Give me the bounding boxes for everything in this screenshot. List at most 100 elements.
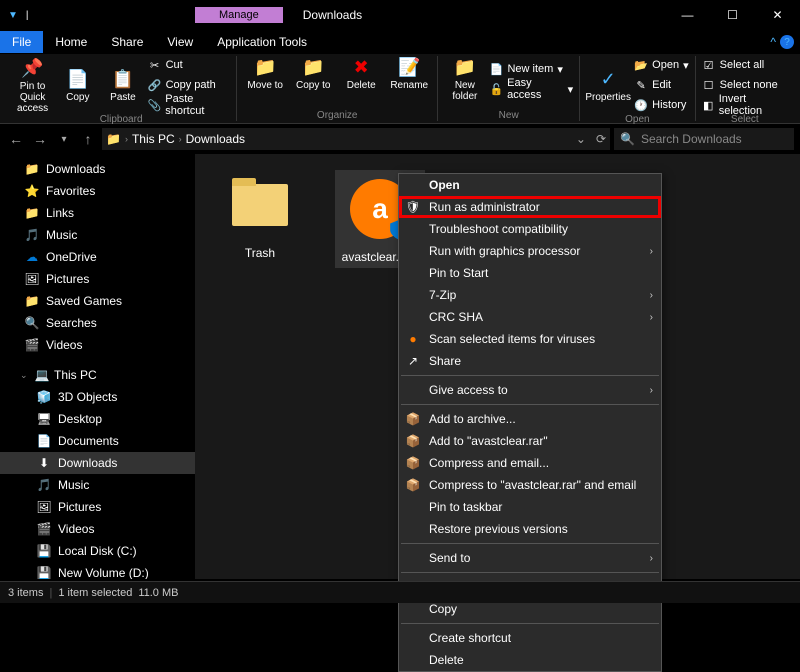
app-tools-menu[interactable]: Application Tools <box>205 31 319 53</box>
ctx-shortcut[interactable]: Create shortcut <box>399 627 661 649</box>
down-arrow-icon[interactable]: ▼ <box>8 10 18 21</box>
paste-button[interactable]: 📋Paste <box>102 56 143 114</box>
tree-favorites[interactable]: ⭐Favorites <box>0 180 195 202</box>
forward-button[interactable]: → <box>30 131 50 147</box>
tree-links[interactable]: 📁Links <box>0 202 195 224</box>
pasteshortcut-button[interactable]: 📎Paste shortcut <box>148 96 231 114</box>
folder-icon: 📁 <box>24 205 40 221</box>
chevron-right-icon: › <box>650 246 653 257</box>
ctx-add-archive[interactable]: 📦Add to archive... <box>399 408 661 430</box>
easyaccess-icon: 🔓 <box>489 82 503 96</box>
selectall-button[interactable]: ☑Select all <box>702 56 788 74</box>
back-button[interactable]: ← <box>6 131 26 147</box>
tree-localdisk[interactable]: 💾Local Disk (C:) <box>0 540 195 562</box>
clipboard-group-label: Clipboard <box>12 114 230 125</box>
open-button[interactable]: 📂Open ▾ <box>634 56 688 74</box>
address-bar[interactable]: 📁 › This PC › Downloads ⌄ ⟳ <box>102 128 610 150</box>
ctx-troubleshoot[interactable]: Troubleshoot compatibility <box>399 218 661 240</box>
tree-music-pc[interactable]: 🎵Music <box>0 474 195 496</box>
pin-button[interactable]: 📌Pin to Quick access <box>12 56 53 114</box>
search-input[interactable]: 🔍 Search Downloads <box>614 128 794 150</box>
ctx-graphics[interactable]: Run with graphics processor› <box>399 240 661 262</box>
tree-3dobjects[interactable]: 🧊3D Objects <box>0 386 195 408</box>
minimize-button[interactable]: — <box>665 0 710 30</box>
close-button[interactable]: ✕ <box>755 0 800 30</box>
file-menu[interactable]: File <box>0 31 43 53</box>
tree-videos-pc[interactable]: 🎬Videos <box>0 518 195 540</box>
refresh-icon[interactable]: ⟳ <box>596 132 606 146</box>
downloads-icon: ⬇ <box>36 455 52 471</box>
moveto-button[interactable]: 📁Move to <box>243 56 287 91</box>
cut-icon: ✂ <box>148 58 162 72</box>
quick-access-toolbar: ▼ | <box>0 10 40 21</box>
newfolder-button[interactable]: 📁New folder <box>444 56 485 102</box>
path-icon: 🔗 <box>148 78 162 92</box>
copy-button[interactable]: 📄Copy <box>57 56 98 114</box>
rename-button[interactable]: 📝Rename <box>387 56 431 91</box>
help-icon[interactable]: ? <box>780 35 794 49</box>
ctx-restore[interactable]: Restore previous versions <box>399 518 661 540</box>
expand-icon[interactable]: ⌄ <box>20 370 30 381</box>
status-bar: 3 items | 1 item selected 11.0 MB <box>0 581 800 603</box>
ctx-give-access[interactable]: Give access to› <box>399 379 661 401</box>
tree-pictures[interactable]: 🖼Pictures <box>0 268 195 290</box>
search-placeholder: Search Downloads <box>641 132 742 146</box>
pin-icon: 📌 <box>21 57 45 81</box>
tree-downloads-pc[interactable]: ⬇Downloads <box>0 452 195 474</box>
tree-desktop[interactable]: 🖥Desktop <box>0 408 195 430</box>
home-menu[interactable]: Home <box>43 31 99 53</box>
manage-tab[interactable]: Manage <box>195 7 283 23</box>
ctx-7zip[interactable]: 7-Zip› <box>399 284 661 306</box>
share-menu[interactable]: Share <box>99 31 155 53</box>
tree-searches[interactable]: 🔍Searches <box>0 312 195 334</box>
collapse-ribbon-icon[interactable]: ^ <box>770 35 776 49</box>
ctx-scan[interactable]: ●Scan selected items for viruses <box>399 328 661 350</box>
invert-button[interactable]: ◧Invert selection <box>702 96 788 114</box>
ctx-delete[interactable]: Delete <box>399 649 661 671</box>
ctx-compress-email[interactable]: 📦Compress and email... <box>399 452 661 474</box>
maximize-button[interactable]: ☐ <box>710 0 755 30</box>
file-trash[interactable]: Trash <box>215 170 305 260</box>
properties-button[interactable]: ✓Properties <box>586 56 630 114</box>
breadcrumb-folder[interactable]: Downloads <box>186 132 245 146</box>
ctx-open[interactable]: Open <box>399 174 661 196</box>
ctx-send-to[interactable]: Send to› <box>399 547 661 569</box>
tree-thispc[interactable]: ⌄💻This PC <box>0 364 195 386</box>
music-icon: 🎵 <box>24 227 40 243</box>
view-menu[interactable]: View <box>155 31 205 53</box>
tree-downloads[interactable]: 📁Downloads <box>0 158 195 180</box>
dropdown-icon[interactable]: ⌄ <box>576 132 586 146</box>
ctx-crc[interactable]: CRC SHA› <box>399 306 661 328</box>
easyaccess-button[interactable]: 🔓Easy access ▾ <box>489 80 573 98</box>
copypath-button[interactable]: 🔗Copy path <box>148 76 231 94</box>
open-icon: 📂 <box>634 58 648 72</box>
ctx-pin-start[interactable]: Pin to Start <box>399 262 661 284</box>
history-button[interactable]: 🕐History <box>634 96 688 114</box>
tree-newvolume[interactable]: 💾New Volume (D:) <box>0 562 195 579</box>
ctx-pin-taskbar[interactable]: Pin to taskbar <box>399 496 661 518</box>
selectnone-button[interactable]: ☐Select none <box>702 76 788 94</box>
tree-documents[interactable]: 📄Documents <box>0 430 195 452</box>
cut-button[interactable]: ✂Cut <box>148 56 231 74</box>
tree-videos[interactable]: 🎬Videos <box>0 334 195 356</box>
breadcrumb-pc[interactable]: This PC <box>132 132 175 146</box>
copyto-button[interactable]: 📁Copy to <box>291 56 335 91</box>
selectnone-icon: ☐ <box>702 78 716 92</box>
recent-button[interactable]: ▾ <box>54 134 74 145</box>
up-button[interactable]: ↑ <box>78 131 98 147</box>
edit-button[interactable]: ✎Edit <box>634 76 688 94</box>
newitem-button[interactable]: 📄New item ▾ <box>489 60 573 78</box>
properties-icon: ✓ <box>596 68 620 92</box>
ctx-share[interactable]: ↗Share <box>399 350 661 372</box>
ctx-add-rar[interactable]: 📦Add to "avastclear.rar" <box>399 430 661 452</box>
tree-pictures-pc[interactable]: 🖼Pictures <box>0 496 195 518</box>
folder-icon <box>232 184 288 226</box>
tree-music[interactable]: 🎵Music <box>0 224 195 246</box>
ctx-run-as-admin[interactable]: 🛡Run as administrator <box>399 196 661 218</box>
ctx-compress-rar-email[interactable]: 📦Compress to "avastclear.rar" and email <box>399 474 661 496</box>
tree-onedrive[interactable]: ☁OneDrive <box>0 246 195 268</box>
documents-icon: 📄 <box>36 433 52 449</box>
chevron-right-icon: › <box>650 312 653 323</box>
tree-savedgames[interactable]: 📁Saved Games <box>0 290 195 312</box>
delete-button[interactable]: ✖Delete <box>339 56 383 91</box>
